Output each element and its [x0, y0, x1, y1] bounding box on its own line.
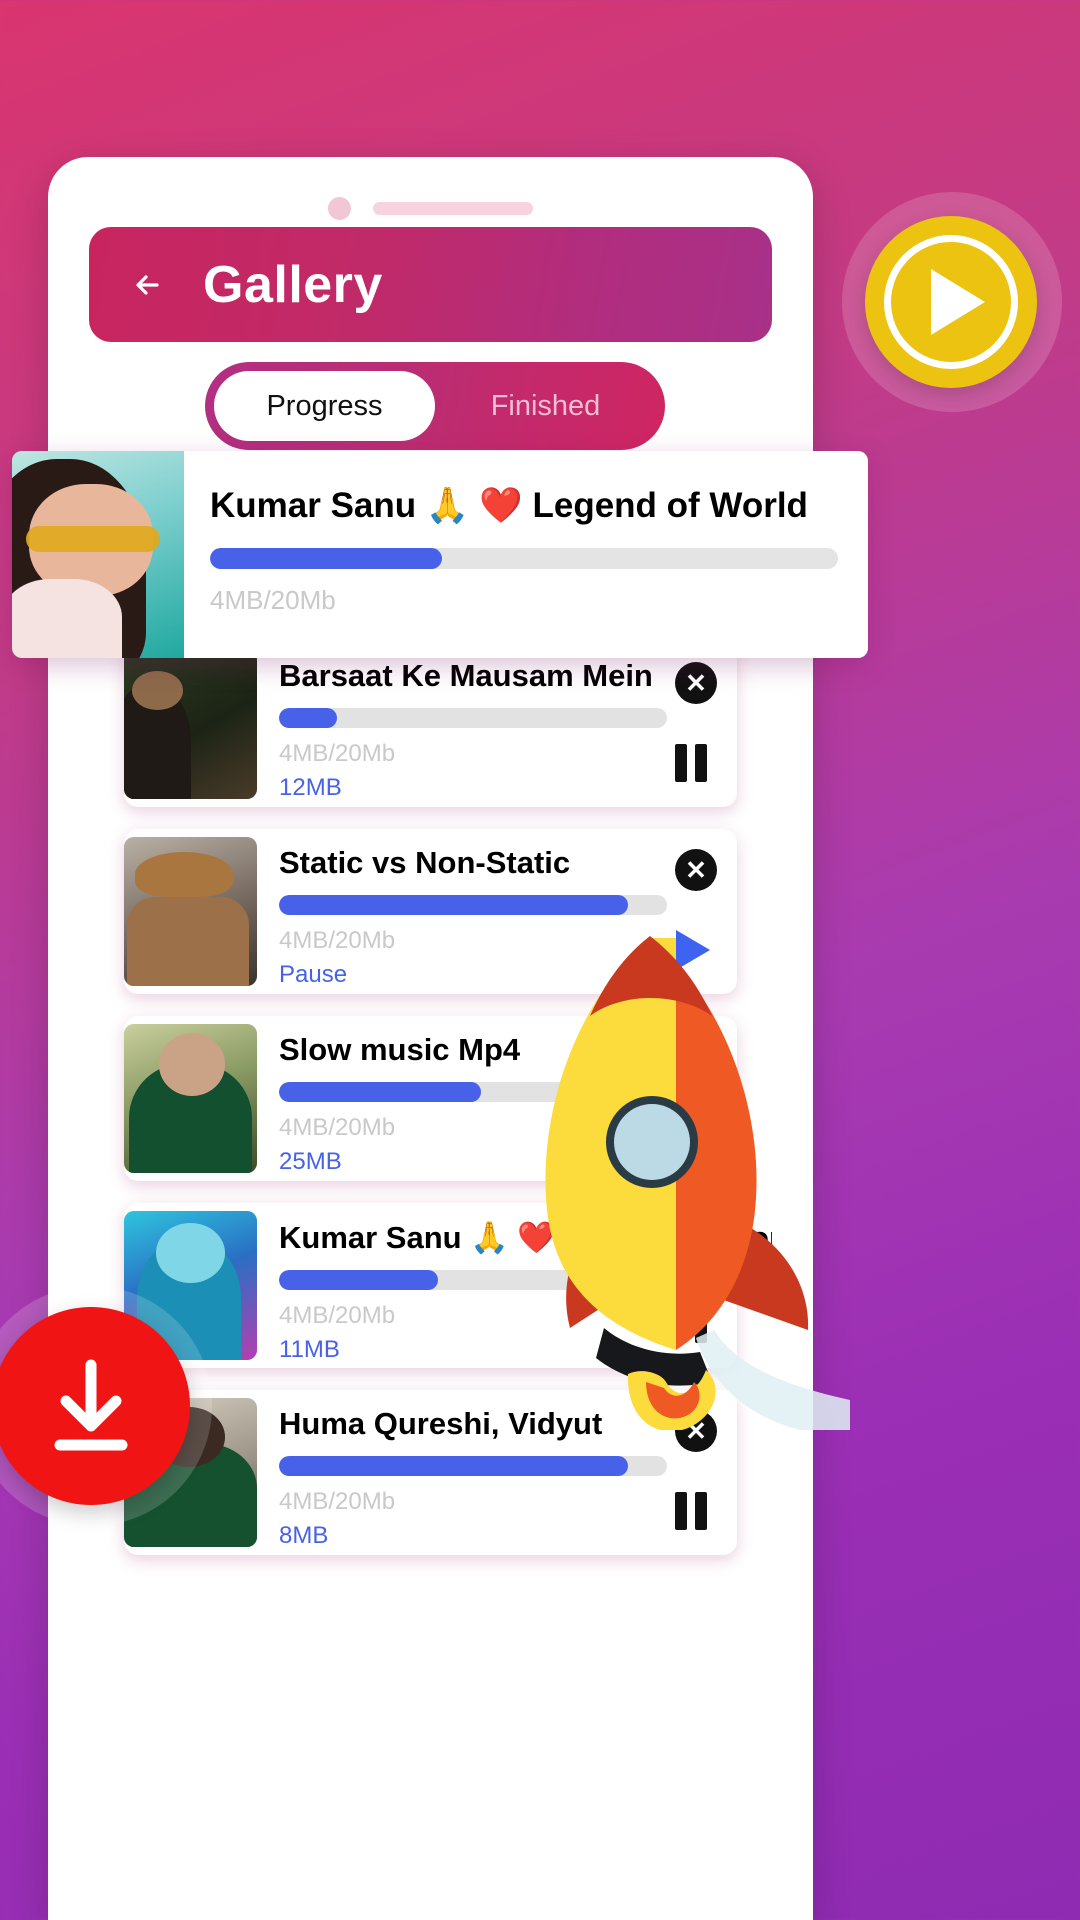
page-title: Gallery [203, 255, 383, 314]
item-size: 4MB/20Mb [279, 740, 396, 767]
download-icon [54, 1359, 128, 1451]
play-fab[interactable] [865, 216, 1037, 388]
list-item[interactable]: Barsaat Ke Mausam Mein 4MB/20Mb 12MB ✕ [124, 642, 737, 807]
thumbnail [124, 837, 257, 986]
featured-progress-bar [210, 548, 838, 569]
download-fab[interactable] [0, 1307, 190, 1505]
progress-bar [279, 708, 667, 728]
status-speaker-pill [373, 201, 533, 215]
item-title: Static vs Non-Static [279, 845, 571, 880]
rocket-illustration [500, 930, 850, 1430]
item-action[interactable]: 12MB [279, 774, 667, 802]
featured-size: 4MB/20Mb [210, 585, 336, 615]
close-icon[interactable]: ✕ [675, 662, 717, 704]
progress-bar [279, 895, 667, 915]
thumbnail [12, 451, 184, 658]
item-action[interactable]: 8MB [279, 1522, 667, 1550]
tab-bar: Progress Finished [205, 362, 665, 450]
item-size: 4MB/20Mb [279, 1488, 396, 1515]
featured-download-card[interactable]: Kumar Sanu 🙏 ❤️ Legend of World 4MB/20Mb [12, 451, 868, 658]
status-camera-dot [328, 196, 351, 220]
status-bar [48, 196, 813, 220]
item-title: Barsaat Ke Mausam Mein [279, 658, 653, 693]
play-icon [884, 235, 1018, 369]
tab-progress[interactable]: Progress [214, 371, 435, 441]
pause-icon[interactable] [671, 741, 715, 785]
pause-icon[interactable] [671, 1489, 715, 1533]
thumbnail [124, 650, 257, 799]
close-icon[interactable]: ✕ [675, 849, 717, 891]
featured-title: Kumar Sanu 🙏 ❤️ Legend of World [210, 486, 808, 525]
app-bar: Gallery [89, 227, 772, 342]
tab-finished[interactable]: Finished [435, 371, 656, 441]
progress-bar [279, 1456, 667, 1476]
back-arrow-icon[interactable] [129, 263, 173, 307]
thumbnail [124, 1024, 257, 1173]
